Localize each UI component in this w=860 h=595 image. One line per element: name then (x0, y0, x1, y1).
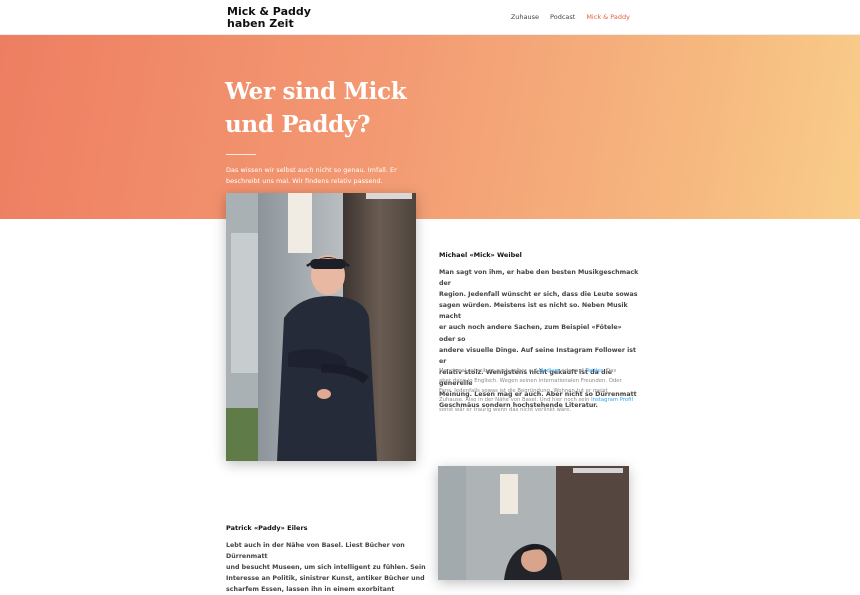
mick-extra-line-2: aber dann in Englisch. Wegen seinen inte… (439, 377, 622, 384)
mick-photo-illustration (226, 193, 416, 461)
mick-extra-line-1: Manchmal schreib er auch selber auf Medi… (439, 367, 639, 377)
mick-extra-text: Manchmal schreib er auch selber auf Medi… (439, 367, 639, 416)
hero-title-line-2: und Paddy? (225, 111, 371, 138)
mick-bio-line-3: sagen würden. Meistens ist es nicht so. … (439, 302, 628, 321)
hero-subtitle-line-2: beschreibt uns mal. Wir findens relativ … (226, 177, 383, 185)
paddy-name-heading: Patrick «Paddy» Eilers (226, 524, 308, 532)
hero-divider (226, 154, 256, 155)
mick-bio-line-1: Man sagt von ihm, er habe den besten Mus… (439, 269, 639, 288)
hero-title-line-1: Wer sind Mick (225, 78, 407, 105)
mick-extra-line-3: Fans. Jedenfalls sowas ist die Begründun… (439, 387, 608, 394)
paddy-bio-line-2: und besucht Museen, um sich intelligent … (226, 564, 426, 572)
paddy-bio-line-1: Lebt auch in der Nähe von Basel. Liest B… (226, 542, 405, 561)
paddy-bio-line-4: scharfem Essen, lassen ihn in einem exor… (226, 586, 395, 594)
main-nav: Zuhause Podcast Mick & Paddy (511, 13, 630, 21)
mick-extra-line-5: sonst wär er traurig wenn das nicht verl… (439, 407, 572, 414)
hero-section: Wer sind Mick und Paddy? Das wissen wir … (0, 35, 860, 219)
mick-bio-line-5: andere visuelle Dinge. Auf seine Instagr… (439, 346, 637, 365)
text-segment: Zuhause. Also in der Nähe von Basel. Und… (439, 397, 592, 404)
mick-photo (226, 193, 416, 461)
paddy-photo (438, 466, 629, 580)
mick-bio-line-2: Region. Jedenfall wünscht er sich, dass … (439, 291, 638, 299)
twitter-link[interactable]: Twitter (585, 368, 602, 374)
hero-subtitle-line-1: Das wissen wir selbst auch nicht so gena… (226, 166, 397, 174)
logo-line-2: haben Zeit (227, 17, 294, 30)
text-segment: oder auf (559, 368, 586, 374)
mick-bio-line-4: er auch noch andere Sachen, zum Beispiel… (439, 324, 622, 343)
hero-subtitle: Das wissen wir selbst auch nicht so gena… (226, 165, 416, 187)
text-segment: Manchmal schreib er auch selber auf (439, 368, 539, 374)
nav-item-podcast[interactable]: Podcast (550, 13, 575, 21)
hero-title: Wer sind Mick und Paddy? (225, 75, 425, 141)
paddy-photo-illustration (438, 466, 629, 580)
mick-name-heading: Michael «Mick» Weibel (439, 251, 522, 259)
nav-item-zuhause[interactable]: Zuhause (511, 13, 539, 21)
mick-extra-line-4: Zuhause. Also in der Nähe von Basel. Und… (439, 396, 639, 406)
instagram-link[interactable]: Instagram Profil (591, 397, 633, 403)
site-logo[interactable]: Mick & Paddy haben Zeit (227, 6, 317, 30)
text-segment: . Das (602, 368, 617, 374)
paddy-bio: Lebt auch in der Nähe von Basel. Liest B… (226, 540, 426, 595)
paddy-bio-line-3: Interesse an Politik, sinistrer Kunst, a… (226, 575, 425, 583)
medium-link[interactable]: Medium (539, 368, 560, 374)
top-bar: Mick & Paddy haben Zeit Zuhause Podcast … (0, 0, 860, 35)
nav-item-mick-paddy[interactable]: Mick & Paddy (586, 13, 630, 21)
